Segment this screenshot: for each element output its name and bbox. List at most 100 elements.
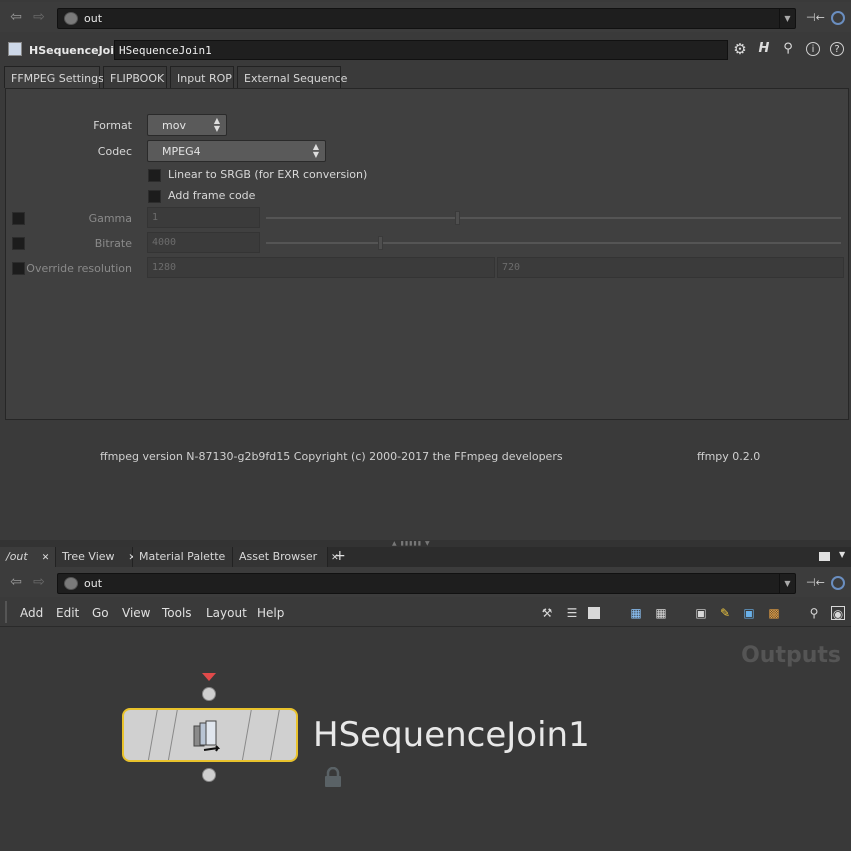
preview-eye-icon[interactable]: ◉: [831, 606, 845, 621]
menu-edit[interactable]: Edit: [56, 606, 79, 620]
bitrate-field[interactable]: 4000: [147, 232, 260, 253]
top-path-bar: ⇦ ⇨ out ▼ ⊣←: [0, 2, 851, 32]
pane-tab-label: /out: [6, 550, 28, 563]
network-box-icon[interactable]: ▣: [694, 606, 708, 620]
tab-ffmpeg-settings[interactable]: FFMPEG Settings: [4, 66, 104, 88]
sequence-join-node[interactable]: [122, 708, 298, 762]
resolution-y-field[interactable]: 720: [497, 257, 844, 278]
asset-icon[interactable]: ▩: [767, 606, 781, 620]
lock-icon[interactable]: [323, 767, 343, 787]
linear-srgb-label: Linear to SRGB (for EXR conversion): [168, 168, 368, 181]
shape-palette-icon[interactable]: ▦: [654, 606, 668, 620]
gamma-enable-checkbox[interactable]: [12, 212, 25, 225]
path-dropdown-icon[interactable]: ▼: [779, 574, 795, 593]
close-icon[interactable]: ✕: [42, 553, 50, 563]
codec-label: Codec: [97, 145, 132, 158]
menu-view[interactable]: View: [122, 606, 150, 620]
pane-menu-arrow-icon[interactable]: ▼: [839, 550, 845, 559]
gamma-field[interactable]: 1: [147, 207, 260, 228]
forward-arrow-icon[interactable]: ⇨: [31, 10, 47, 24]
menu-layout[interactable]: Layout: [206, 606, 247, 620]
pane-tab-material-palette[interactable]: Material Palette✕: [133, 547, 247, 567]
gear-icon[interactable]: ⚙: [732, 41, 748, 57]
gamma-label: Gamma: [88, 212, 132, 225]
network-context-label: Outputs: [741, 643, 841, 668]
houdini-help-icon[interactable]: H: [756, 41, 772, 57]
linear-srgb-checkbox[interactable]: [148, 169, 161, 182]
menubar-handle: [5, 601, 7, 623]
network-editor[interactable]: Outputs HSequenceJoin1: [0, 627, 851, 851]
node-stripe: [268, 710, 281, 760]
search-icon[interactable]: ⚲: [780, 41, 796, 57]
pin-icon[interactable]: ⊣←: [806, 576, 825, 589]
tab-external-sequence[interactable]: External Sequence: [237, 66, 347, 88]
frame-code-label: Add frame code: [168, 189, 256, 202]
add-tab-icon[interactable]: +: [334, 548, 346, 564]
path-dropdown-icon[interactable]: ▼: [779, 9, 795, 28]
ffmpeg-copyright-text: ffmpeg version N-87130-g2b9fd15 Copyrigh…: [100, 450, 563, 463]
gamma-slider-track[interactable]: [266, 217, 841, 219]
resolution-x-field[interactable]: 1280: [147, 257, 495, 278]
back-arrow-icon[interactable]: ⇦: [8, 10, 24, 24]
updown-arrow-icon: ▲ ▼: [213, 116, 220, 133]
bitrate-slider-handle[interactable]: [378, 236, 383, 250]
bitrate-enable-checkbox[interactable]: [12, 237, 25, 250]
node-type-label: HSequenceJoin: [29, 44, 122, 57]
codec-menu[interactable]: MPEG4 ▲ ▼: [147, 140, 326, 162]
node-type-icon: [8, 42, 22, 56]
maximize-pane-icon[interactable]: [819, 552, 830, 561]
network-context-icon: [64, 577, 78, 590]
help-icon[interactable]: ?: [830, 42, 844, 56]
search-icon[interactable]: ⚲: [807, 606, 821, 620]
tab-input-rop[interactable]: Input ROP: [170, 66, 234, 88]
codec-value: MPEG4: [162, 145, 201, 158]
path-field[interactable]: out ▼: [57, 8, 796, 29]
format-menu[interactable]: mov ▲ ▼: [147, 114, 227, 136]
divider-grip-icon: ▲ ▮▮▮▮▮ ▼: [392, 540, 431, 547]
sequence-join-icon: [193, 720, 221, 752]
tools-icon[interactable]: ⚒: [540, 606, 554, 620]
link-ring-icon[interactable]: [831, 11, 845, 25]
back-arrow-icon[interactable]: ⇦: [8, 575, 24, 589]
network-context-icon: [64, 12, 78, 25]
pane-tab-bar: /out ✕ Tree View✕ Material Palette✕ Asset…: [0, 547, 851, 567]
node-stripe: [146, 710, 159, 760]
menu-go[interactable]: Go: [92, 606, 109, 620]
tree-layout-icon[interactable]: ☰: [565, 606, 579, 620]
node-name-field[interactable]: HSequenceJoin1: [114, 40, 728, 60]
bitrate-label: Bitrate: [94, 237, 132, 250]
background-image-icon[interactable]: ▣: [742, 606, 756, 620]
ffmpy-version-text: ffmpy 0.2.0: [697, 450, 761, 463]
frame-code-checkbox[interactable]: [148, 190, 161, 203]
color-palette-icon[interactable]: ▦: [629, 606, 643, 620]
pane-tab-tree-view[interactable]: Tree View✕: [56, 547, 136, 567]
menu-add[interactable]: Add: [20, 606, 43, 620]
output-connector[interactable]: [202, 768, 216, 782]
menu-help[interactable]: Help: [257, 606, 284, 620]
sticky-note-icon[interactable]: ✎: [718, 606, 732, 620]
menu-tools[interactable]: Tools: [162, 606, 192, 620]
pane-tab-asset-browser[interactable]: Asset Browser ✕: [233, 547, 339, 567]
info-icon[interactable]: i: [806, 42, 820, 56]
updown-arrow-icon: ▲ ▼: [312, 142, 319, 159]
link-ring-icon[interactable]: [831, 576, 845, 590]
display-flag-icon[interactable]: [202, 673, 216, 681]
network-path-bar: ⇦ ⇨ out ▼ ⊣←: [0, 567, 851, 597]
bitrate-slider-track[interactable]: [266, 242, 841, 244]
format-value: mov: [162, 119, 186, 132]
pin-icon[interactable]: ⊣←: [806, 11, 825, 24]
override-resolution-label: Override resolution: [26, 262, 132, 275]
network-path-text: out: [84, 577, 103, 590]
node-label: HSequenceJoin1: [313, 715, 590, 755]
list-view-icon[interactable]: [588, 607, 600, 619]
parameter-panel: [5, 88, 849, 420]
tab-flipbook[interactable]: FLIPBOOK: [103, 66, 167, 88]
input-connector[interactable]: [202, 687, 216, 701]
format-label: Format: [93, 119, 132, 132]
gamma-slider-handle[interactable]: [455, 211, 460, 225]
path-text: out: [84, 12, 103, 25]
pane-tab-out[interactable]: /out ✕: [0, 547, 56, 567]
network-path-field[interactable]: out ▼: [57, 573, 796, 594]
parameter-header: HSequenceJoin HSequenceJoin1 ⚙ H ⚲ i ?: [0, 38, 851, 62]
forward-arrow-icon[interactable]: ⇨: [31, 575, 47, 589]
